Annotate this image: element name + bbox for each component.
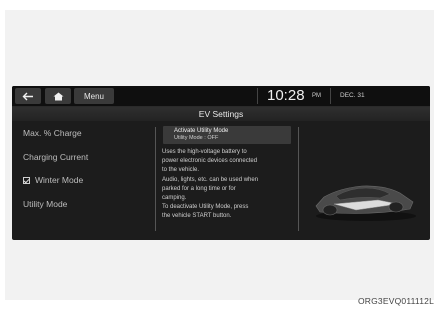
description-line: the vehicle START button. [162, 213, 232, 220]
clock-time: 10:28 [267, 87, 305, 104]
activate-utility-mode-button[interactable]: Activate Utility Mode Utility Mode : OFF [163, 126, 291, 144]
top-bar: Menu 10:28 PM DEC. 31 [12, 86, 430, 107]
divider [330, 88, 331, 104]
date-label: DEC. 31 [340, 92, 365, 99]
description-line: Audio, lights, etc. can be used when [162, 176, 259, 183]
sidebar-item-label: Charging Current [23, 152, 89, 162]
sidebar-item-label: Max. % Charge [23, 128, 82, 138]
menu-button[interactable]: Menu [74, 88, 114, 104]
title-bar: EV Settings [12, 107, 430, 121]
vehicle-illustration [315, 185, 416, 221]
clock-ampm: PM [312, 93, 321, 99]
panel-divider [155, 127, 156, 231]
activate-label: Activate Utility Mode [174, 128, 229, 134]
sidebar-item-utility-mode[interactable]: Utility Mode [23, 199, 67, 209]
arrow-left-icon [22, 92, 33, 100]
description-line: to the vehicle. [162, 167, 200, 174]
sidebar-item-winter-mode[interactable]: Winter Mode [23, 175, 83, 185]
sidebar-item-label: Winter Mode [35, 175, 84, 185]
home-icon [53, 92, 63, 100]
description-line: To deactivate Utility Mode, press [162, 204, 249, 211]
divider [257, 88, 258, 104]
description-line: Uses the high-voltage battery to [162, 149, 247, 155]
utility-description: Uses the high-voltage battery to power e… [162, 148, 297, 222]
figure-caption: ORG3EVQ011112L [357, 296, 434, 306]
sidebar-item-max-charge[interactable]: Max. % Charge [23, 128, 82, 138]
back-button[interactable] [15, 88, 41, 104]
utility-mode-status: Utility Mode : OFF [174, 135, 219, 141]
checkbox-checked-icon[interactable] [23, 176, 30, 184]
description-line: camping. [162, 195, 187, 202]
panel-divider [298, 127, 299, 231]
description-line: power electronic devices connected [162, 158, 258, 165]
description-line: parked for a long time or for [162, 185, 236, 192]
home-button[interactable] [45, 88, 71, 104]
sidebar-item-label: Utility Mode [23, 199, 68, 209]
sidebar-item-charging-current[interactable]: Charging Current [23, 152, 88, 162]
infotainment-screen: Menu 10:28 PM DEC. 31 EV Settings Max. %… [12, 86, 430, 240]
page-title: EV Settings [198, 109, 244, 119]
